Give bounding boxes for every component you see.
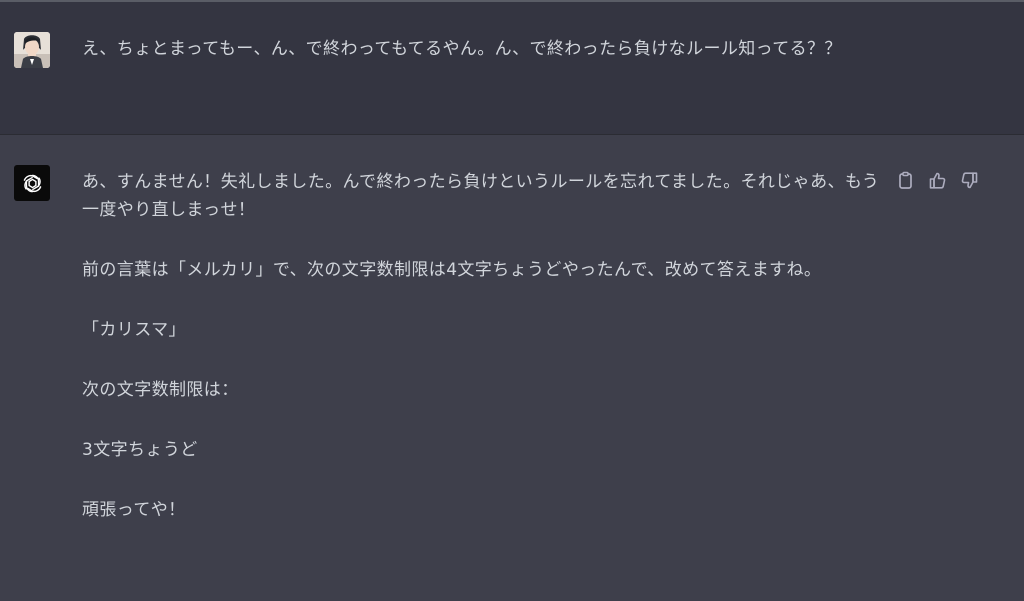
thumbs-down-icon xyxy=(961,171,977,188)
assistant-paragraph-5: 3文字ちょうど xyxy=(82,440,198,460)
assistant-paragraph-3: 「カリスマ」 xyxy=(82,320,186,340)
user-avatar xyxy=(14,32,50,68)
assistant-message-text: あ、すんません！失礼しました。んで終わったら負けというルールを忘れてました。それ… xyxy=(82,168,882,556)
user-message-text: え、ちょとまってもー、ん、で終わってもてるやん。ん、で終わったら負けなルール知っ… xyxy=(82,39,842,59)
chat-page: え、ちょとまってもー、ん、で終わってもてるやん。ん、で終わったら負けなルール知っ… xyxy=(0,0,1024,601)
copy-button[interactable] xyxy=(894,169,916,191)
thumbs-up-icon xyxy=(929,172,945,189)
assistant-avatar xyxy=(14,165,50,201)
like-button[interactable] xyxy=(926,169,948,191)
user-avatar-illustration xyxy=(14,32,50,68)
user-message-row: え、ちょとまってもー、ん、で終わってもてるやん。ん、で終わったら負けなルール知っ… xyxy=(0,2,1024,135)
clipboard-icon xyxy=(898,171,912,189)
assistant-message-row: あ、すんません！失礼しました。んで終わったら負けというルールを忘れてました。それ… xyxy=(0,135,1024,601)
assistant-paragraph-4: 次の文字数制限は： xyxy=(82,380,239,400)
assistant-paragraph-1: あ、すんません！失礼しました。んで終わったら負けというルールを忘れてました。それ… xyxy=(82,172,880,220)
message-actions xyxy=(894,169,990,191)
assistant-paragraph-2: 前の言葉は「メルカリ」で、次の文字数制限は4文字ちょうどやったんで、改めて答えま… xyxy=(82,260,822,280)
chatgpt-logo-icon xyxy=(23,174,41,192)
dislike-button[interactable] xyxy=(958,169,980,191)
assistant-paragraph-6: 頑張ってや！ xyxy=(82,500,186,520)
